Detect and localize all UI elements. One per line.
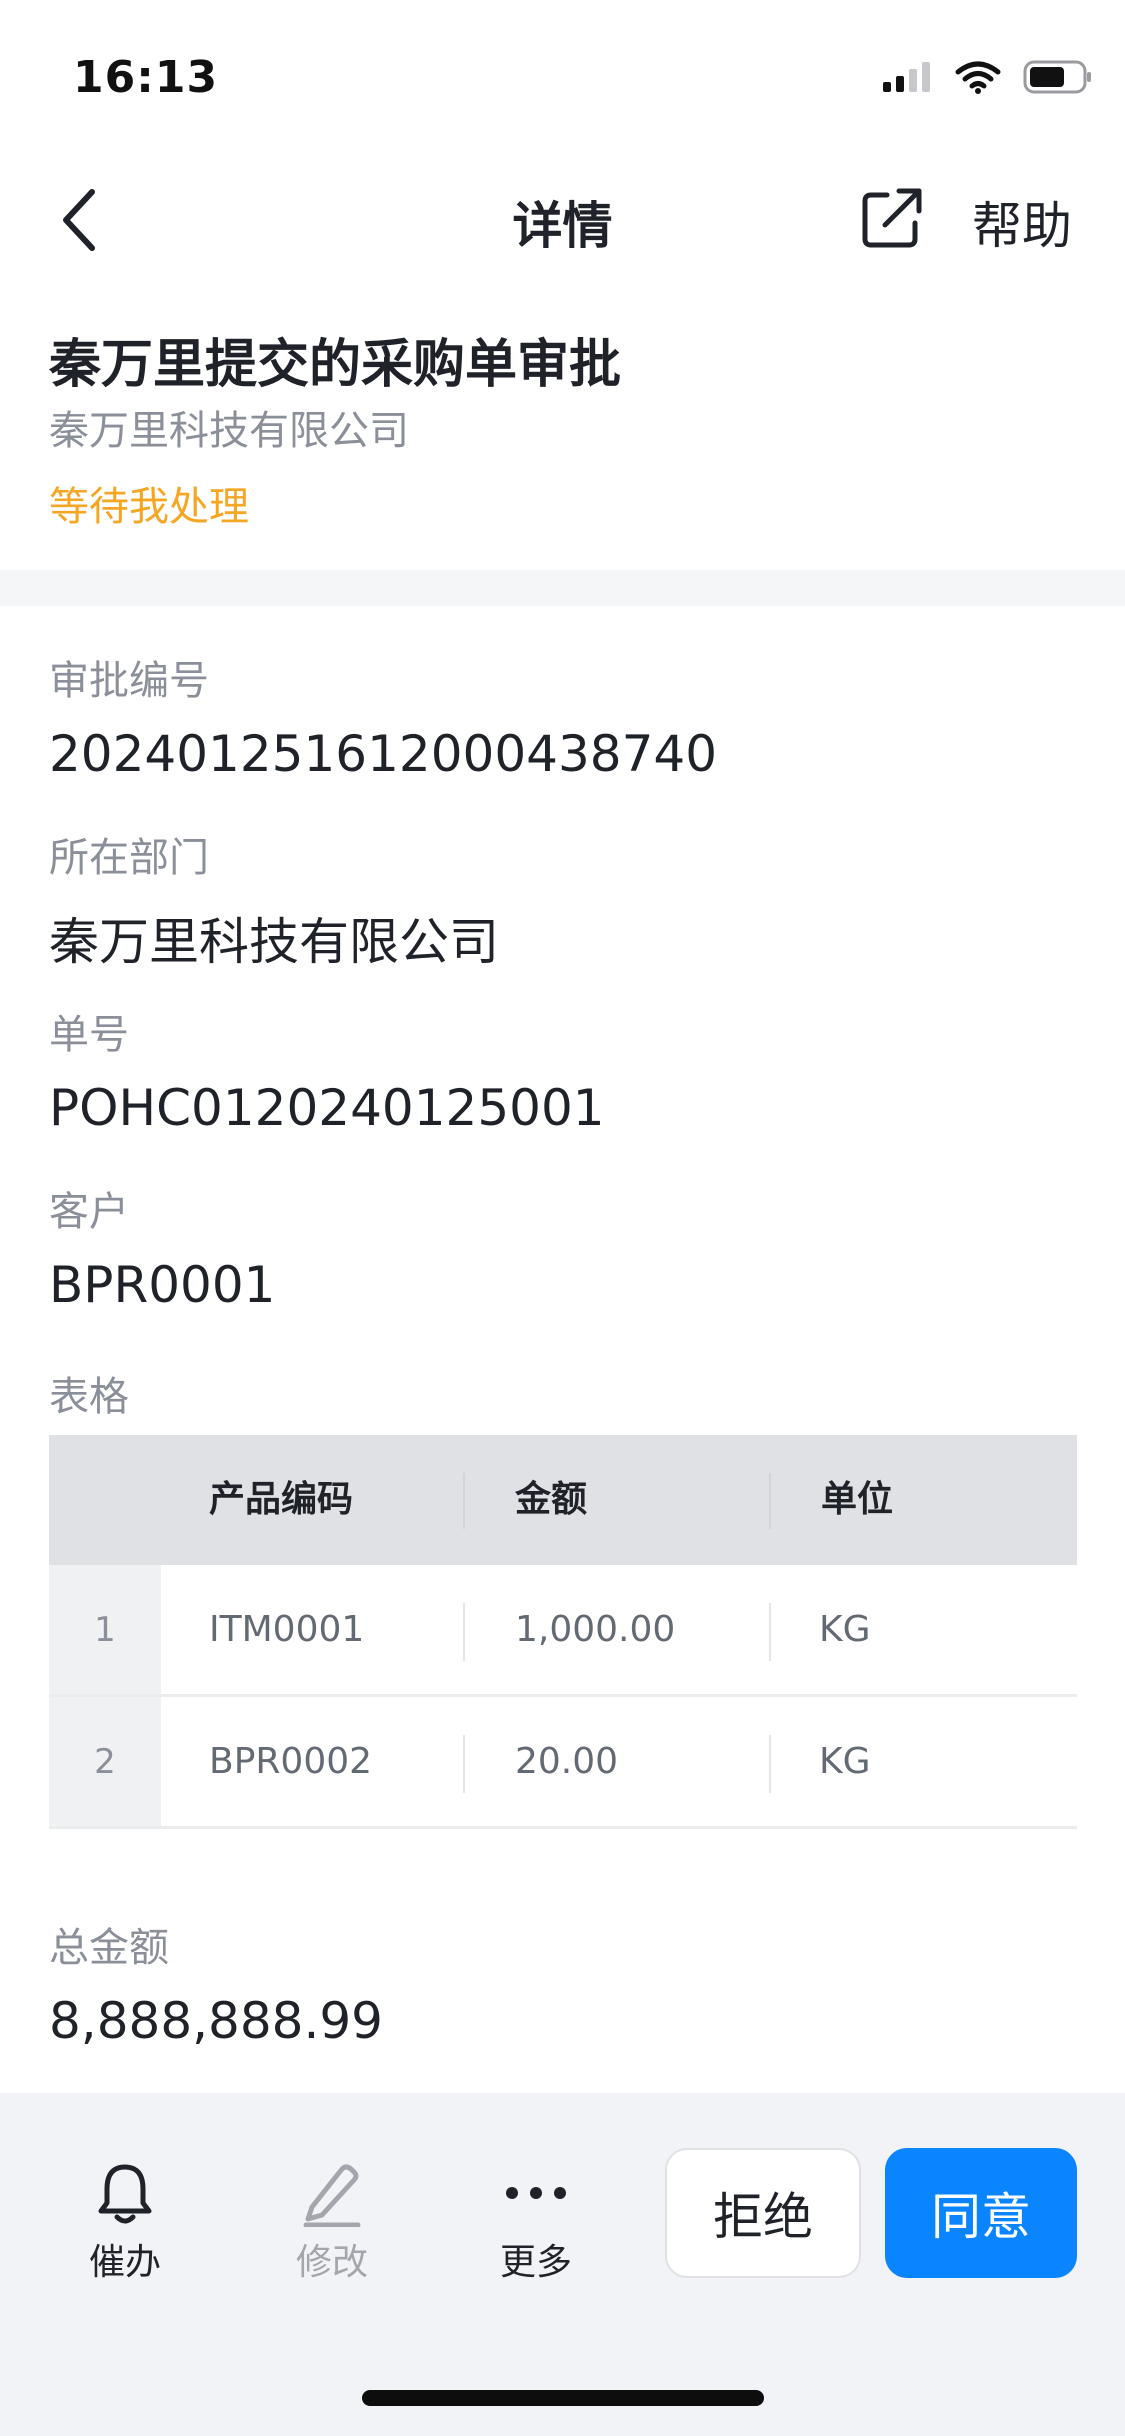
cell-amount: 1,000.00	[515, 1609, 676, 1650]
cell-product-code: BPR0002	[209, 1741, 373, 1782]
approval-header: 秦万里提交的采购单审批 秦万里科技有限公司 等待我处理	[0, 300, 1125, 570]
bottom-action-bar: 催办 修改 更多 拒绝 同意	[0, 2093, 1125, 2436]
total-amount-value: 8,888,888.99	[49, 1992, 383, 2050]
cell-unit: KG	[819, 1741, 871, 1782]
share-button[interactable]	[852, 178, 932, 258]
approval-company: 秦万里科技有限公司	[49, 408, 409, 454]
more-button[interactable]: 更多	[456, 2093, 616, 2293]
column-header-product-code: 产品编码	[209, 1479, 354, 1520]
edit-label: 修改	[295, 2242, 368, 2283]
cell-divider	[769, 1603, 771, 1661]
nav-bar: 详情 帮助	[0, 150, 1125, 290]
cell-divider	[463, 1603, 465, 1661]
approval-number-label: 审批编号	[49, 658, 209, 704]
page-title: 详情	[512, 197, 613, 255]
table-row[interactable]: 1 ITM0001 1,000.00 KG	[49, 1565, 1077, 1697]
table-label: 表格	[49, 1374, 129, 1420]
ellipsis-icon	[506, 2187, 566, 2199]
wifi-icon	[955, 61, 1001, 94]
customer-label: 客户	[49, 1189, 129, 1235]
share-icon	[862, 188, 922, 248]
more-label: 更多	[499, 2242, 572, 2283]
cell-amount: 20.00	[515, 1741, 619, 1782]
cell-divider	[769, 1735, 771, 1793]
pencil-icon	[303, 2164, 361, 2227]
bell-icon	[98, 2162, 152, 2224]
product-table: 产品编码 金额 单位 1 ITM0001 1,000.00 KG 2 BPR00…	[49, 1435, 1077, 1833]
approval-number-value: 202401251612000438740	[49, 725, 718, 783]
status-icons	[883, 60, 1093, 94]
column-divider	[769, 1473, 771, 1529]
home-indicator[interactable]	[362, 2390, 764, 2406]
department-value: 秦万里科技有限公司	[49, 913, 499, 971]
order-number-value: POHC0120240125001	[49, 1079, 605, 1137]
status-time: 16:13	[73, 52, 219, 103]
table-row[interactable]: 2 BPR0002 20.00 KG	[49, 1697, 1077, 1829]
section-divider	[0, 570, 1125, 606]
column-header-unit: 单位	[821, 1479, 894, 1520]
approval-title: 秦万里提交的采购单审批	[49, 335, 622, 395]
column-divider	[463, 1473, 465, 1529]
cell-unit: KG	[819, 1609, 871, 1650]
cell-divider	[463, 1735, 465, 1793]
column-header-amount: 金额	[515, 1479, 588, 1520]
approve-button[interactable]: 同意	[885, 2148, 1077, 2278]
status-bar: 16:13	[0, 0, 1125, 150]
row-index: 1	[49, 1565, 161, 1694]
cellular-signal-icon	[883, 62, 930, 92]
order-number-label: 单号	[49, 1012, 129, 1058]
help-button[interactable]: 帮助	[972, 186, 1072, 258]
customer-value: BPR0001	[49, 1256, 276, 1314]
cell-product-code: ITM0001	[209, 1609, 365, 1650]
approval-status: 等待我处理	[49, 484, 249, 530]
reject-button[interactable]: 拒绝	[665, 2148, 861, 2278]
battery-icon	[1023, 60, 1091, 94]
row-index: 2	[49, 1697, 161, 1826]
table-header: 产品编码 金额 单位	[49, 1435, 1077, 1565]
urge-label: 催办	[88, 2242, 161, 2283]
total-amount-label: 总金额	[49, 1925, 169, 1971]
urge-button[interactable]: 催办	[45, 2093, 205, 2293]
department-label: 所在部门	[49, 835, 209, 881]
edit-button[interactable]: 修改	[252, 2093, 412, 2293]
